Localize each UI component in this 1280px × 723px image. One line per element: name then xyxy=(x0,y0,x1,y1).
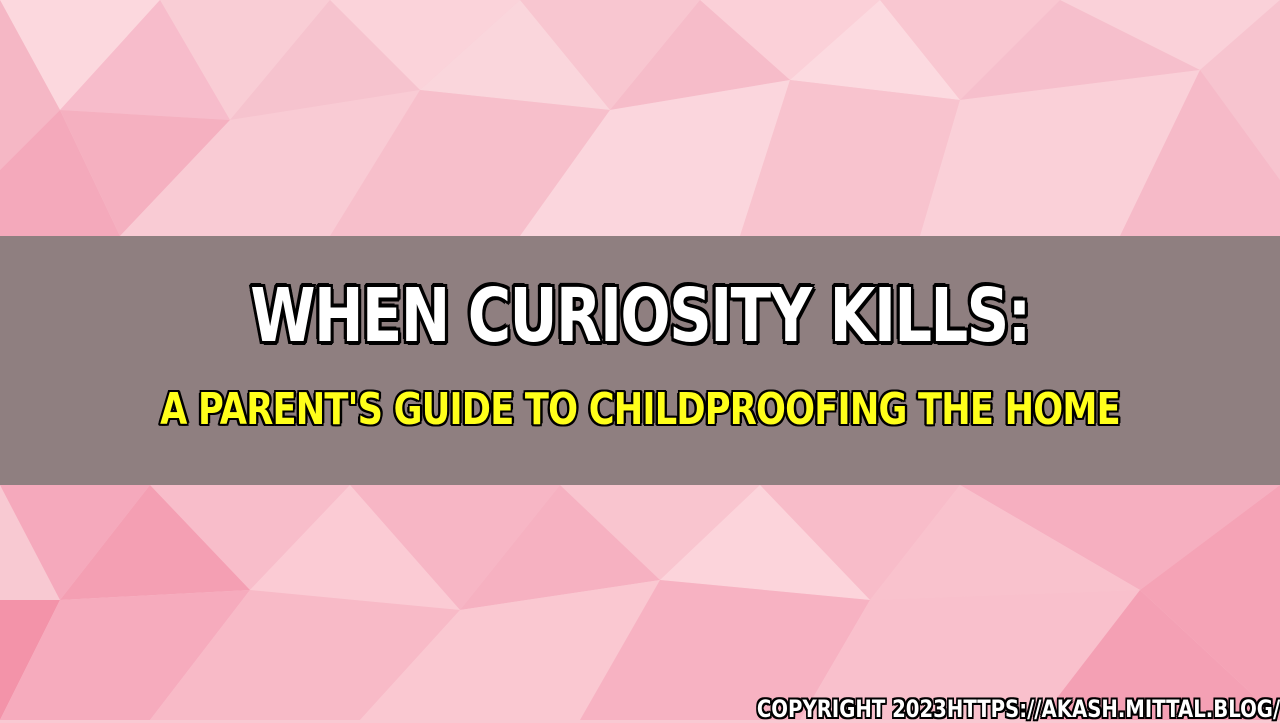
headline-subtitle: A PARENT'S GUIDE TO CHILDPROOFING THE HO… xyxy=(160,384,1121,435)
copyright-notice: COPYRIGHT 2023HTTPS://AKASH.MITTAL.BLOG/ xyxy=(756,695,1280,723)
headline-title: WHEN CURIOSITY KILLS: xyxy=(250,273,1031,359)
